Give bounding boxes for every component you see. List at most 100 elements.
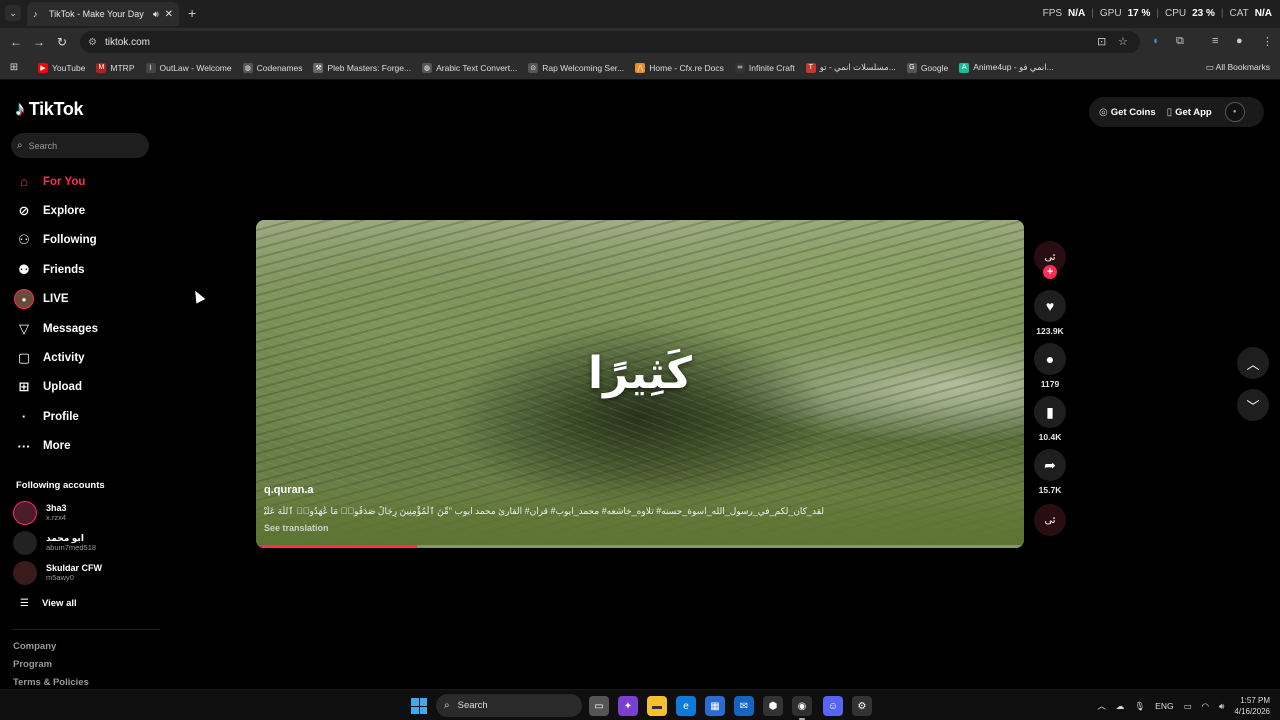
steam-icon[interactable]: ⚙ bbox=[852, 696, 872, 716]
search-input[interactable] bbox=[28, 140, 139, 151]
taskbar-search-label: Search bbox=[457, 700, 488, 711]
install-app-icon[interactable]: ⊡ bbox=[1097, 35, 1106, 48]
sidebar-item-label: LIVE bbox=[43, 293, 69, 306]
following-account-item[interactable]: Skuldar CFW m5awy0 bbox=[13, 561, 102, 585]
save-button[interactable]: ▮ bbox=[1034, 396, 1066, 428]
bookmark-item[interactable]: ◍ Arabic Text Convert... bbox=[422, 62, 517, 73]
share-button[interactable]: ➦ bbox=[1034, 449, 1066, 481]
microphone-icon[interactable]: 🎙︎ bbox=[1134, 701, 1145, 712]
reload-icon[interactable]: ↻ bbox=[57, 35, 67, 49]
bookmark-item[interactable]: T مسلسلات انمي - تو... bbox=[805, 62, 896, 73]
mail-icon[interactable]: ✉ bbox=[734, 696, 754, 716]
onedrive-icon[interactable]: ☁ bbox=[1116, 701, 1125, 712]
search-box[interactable]: ⌕ bbox=[11, 133, 149, 158]
sidebar-item-upload[interactable]: ⊞ Upload bbox=[0, 373, 160, 402]
new-tab-button[interactable]: + bbox=[188, 5, 196, 21]
sidebar-item-profile[interactable]: · Profile bbox=[0, 402, 160, 431]
system-tray: ︿ ☁ 🎙︎ ENG ▭ ◠ 🔊︎ 1:57 PM 4/16/2026 bbox=[1097, 695, 1270, 717]
bookmark-item[interactable]: A Anime4up - انمي فو... bbox=[959, 62, 1054, 73]
sidebar-item-for-you[interactable]: ⌂ For You bbox=[0, 167, 160, 196]
microsoft-store-icon[interactable]: ▦ bbox=[705, 696, 725, 716]
video-action-rail: ئى + ♥ 123.9K ● 1179 ▮ 10.4K ➦ 15.7K ئى bbox=[1034, 241, 1066, 536]
video-progress-bar[interactable] bbox=[256, 545, 1024, 548]
volume-icon[interactable]: 🔊︎ bbox=[1219, 701, 1224, 712]
copilot-icon[interactable]: ✦ bbox=[618, 696, 638, 716]
like-button[interactable]: ♥ bbox=[1034, 290, 1066, 322]
profile-avatar-icon[interactable]: ● bbox=[1236, 35, 1243, 47]
follow-plus-icon[interactable]: + bbox=[1043, 265, 1057, 279]
tab-search-button[interactable]: ⌄ bbox=[5, 5, 21, 21]
wifi-icon[interactable]: ◠ bbox=[1202, 701, 1209, 712]
back-arrow-icon[interactable]: ← bbox=[10, 35, 22, 49]
user-avatar[interactable]: ● bbox=[1224, 102, 1245, 122]
bookmark-item[interactable]: ◍ Codenames bbox=[242, 62, 302, 73]
creator-avatar[interactable]: ئى + bbox=[1034, 241, 1066, 279]
following-account-item[interactable]: 3ha3 x.rzx4 bbox=[13, 501, 67, 525]
bookmark-favicon-icon: G bbox=[906, 62, 917, 73]
view-all-button[interactable]: ☰ View all bbox=[20, 598, 77, 609]
footer-link-program[interactable]: Program bbox=[13, 659, 52, 670]
video-player[interactable]: كَثِيرًا q.quran.a لقد_كان_لكم_في_رسول_ا… bbox=[256, 220, 1024, 548]
extension-active-icon[interactable]: ◖ bbox=[1152, 35, 1159, 47]
app-hexagon-icon[interactable]: ⬢ bbox=[763, 696, 783, 716]
music-disc-icon[interactable]: ئى bbox=[1034, 504, 1066, 536]
share-count: 15.7K bbox=[1038, 485, 1062, 495]
bookmark-favicon-icon: ⋀ bbox=[635, 62, 646, 73]
address-bar[interactable]: ⚙ tiktok.com bbox=[80, 31, 1140, 53]
bookmark-item[interactable]: ⚒ Pleb Masters: Forge... bbox=[313, 62, 411, 73]
bookmark-item[interactable]: G Google bbox=[906, 62, 948, 73]
bookmark-item[interactable]: ⌇ OutLaw - Welcome bbox=[145, 62, 232, 73]
menu-kebab-icon[interactable]: ⋮ bbox=[1262, 35, 1273, 48]
forward-arrow-icon[interactable]: → bbox=[33, 35, 45, 49]
footer-link-terms[interactable]: Terms & Policies bbox=[13, 677, 89, 688]
previous-video-button[interactable]: ︿ bbox=[1237, 347, 1269, 379]
next-video-button[interactable]: ﹀ bbox=[1237, 389, 1269, 421]
get-coins-button[interactable]: ◎ Get Coins bbox=[1099, 107, 1156, 118]
sidebar-item-explore[interactable]: ⊘ Explore bbox=[0, 196, 160, 225]
avatar bbox=[13, 561, 37, 585]
bookmark-star-icon[interactable]: ☆ bbox=[1118, 35, 1128, 48]
get-app-button[interactable]: ▯ Get App bbox=[1167, 107, 1212, 118]
sidebar-item-label: Explore bbox=[43, 205, 86, 218]
display-icon[interactable]: ▭ bbox=[1184, 701, 1192, 712]
tray-overflow-chevron-icon[interactable]: ︿ bbox=[1097, 700, 1106, 712]
edge-browser-icon[interactable]: e bbox=[676, 696, 696, 716]
tiktok-logo[interactable]: ♪ TikTok bbox=[15, 98, 84, 121]
task-view-icon[interactable]: ▭ bbox=[589, 696, 609, 716]
sidebar-item-messages[interactable]: ▽ Messages bbox=[0, 314, 160, 343]
bookmark-item[interactable]: ⋀ Home - Cfx.re Docs bbox=[635, 62, 724, 73]
browser-tab[interactable]: ♪ TikTok - Make Your Day 🔊︎ ✕ bbox=[27, 2, 179, 26]
see-translation-link[interactable]: See translation bbox=[264, 523, 329, 533]
discord-icon[interactable]: ☺ bbox=[823, 696, 843, 716]
account-name: 3ha3 bbox=[46, 503, 67, 513]
chrome-browser-icon[interactable]: ◉ bbox=[792, 696, 812, 720]
windows-start-icon[interactable] bbox=[411, 698, 427, 714]
sidebar-item-more[interactable]: ··· More bbox=[0, 432, 160, 461]
all-bookmarks-button[interactable]: ▭ All Bookmarks bbox=[1206, 62, 1270, 73]
apps-grid-icon[interactable]: ⊞ bbox=[2, 62, 26, 73]
account-handle: x.rzx4 bbox=[46, 513, 67, 522]
extensions-puzzle-icon[interactable]: ⧉ bbox=[1176, 35, 1184, 48]
sidebar-item-activity[interactable]: ▢ Activity bbox=[0, 343, 160, 372]
site-info-icon[interactable]: ⚙ bbox=[88, 37, 97, 48]
language-indicator[interactable]: ENG bbox=[1155, 701, 1173, 711]
video-author[interactable]: q.quran.a bbox=[264, 484, 314, 496]
tab-audio-icon[interactable]: 🔊︎ bbox=[153, 9, 159, 20]
logo-text: TikTok bbox=[28, 99, 84, 119]
sidebar-item-live[interactable]: ● LIVE bbox=[0, 285, 160, 314]
file-explorer-icon[interactable]: ▬ bbox=[647, 696, 667, 716]
following-account-item[interactable]: ابو محمد abum7med518 bbox=[13, 531, 96, 555]
taskbar-search[interactable]: ⌕ Search bbox=[436, 694, 582, 717]
list-icon: ☰ bbox=[20, 598, 29, 609]
bookmark-item[interactable]: ▶ YouTube bbox=[38, 62, 85, 73]
footer-link-company[interactable]: Company bbox=[13, 641, 56, 652]
bookmark-item[interactable]: ∞ Infinite Craft bbox=[734, 62, 795, 73]
bookmark-item[interactable]: M MTRP bbox=[96, 62, 135, 73]
bookmark-item[interactable]: ⊙ Rap Welcoming Ser... bbox=[528, 62, 624, 73]
sidebar-item-friends[interactable]: ⚉ Friends bbox=[0, 255, 160, 284]
tab-close-icon[interactable]: ✕ bbox=[165, 9, 173, 20]
clock[interactable]: 1:57 PM 4/16/2026 bbox=[1234, 695, 1270, 717]
sidebar-item-following[interactable]: ⚇ Following bbox=[0, 226, 160, 255]
comment-button[interactable]: ● bbox=[1034, 343, 1066, 375]
media-controls-icon[interactable]: ≡ bbox=[1212, 35, 1218, 47]
